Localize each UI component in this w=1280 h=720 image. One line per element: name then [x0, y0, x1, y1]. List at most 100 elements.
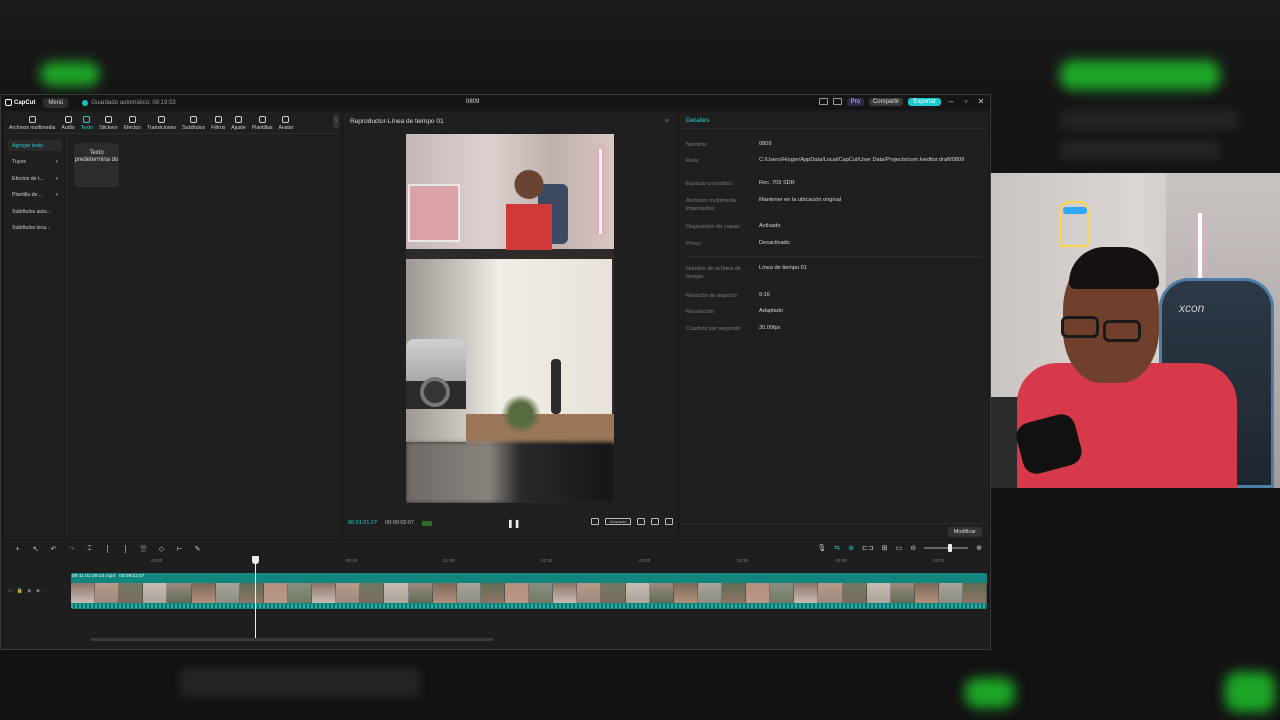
select-tool-icon[interactable]: ↖ [31, 545, 40, 553]
pause-icon[interactable]: ❚❚ [507, 519, 520, 528]
video-segment-middle [406, 259, 614, 444]
fullscreen-icon[interactable] [665, 518, 673, 525]
video-preview[interactable] [406, 134, 614, 503]
magic-icon[interactable]: ✎ [193, 545, 202, 553]
clip-thumbnail [577, 583, 602, 603]
playhead[interactable] [255, 558, 256, 641]
tool-subtitulos[interactable]: Subtítulos [179, 114, 208, 131]
trim-right-icon[interactable]: ] [121, 546, 130, 553]
chevron-down-icon: ▾ [55, 192, 58, 198]
redo-icon[interactable]: ↷ [67, 545, 76, 553]
default-text-card[interactable]: Texto predetermina do [74, 143, 119, 187]
zoom-slider[interactable] [924, 544, 969, 552]
eye-icon[interactable]: ◉ [27, 588, 31, 594]
zoom-in-icon[interactable]: ⊕ [976, 544, 982, 552]
detail-value: Adaptado [759, 308, 783, 314]
tool-avatar[interactable]: Avatar [275, 114, 296, 131]
project-title: 0809 [466, 99, 480, 105]
menu-button[interactable]: Menú [43, 97, 69, 108]
speaker-icon[interactable]: ◀ [35, 588, 39, 594]
microphone-icon[interactable]: 🎙 [817, 544, 826, 552]
clip-thumbnail [938, 583, 964, 603]
detail-value: 30.00fps [759, 325, 781, 331]
caption-icon[interactable]: ▭ [896, 544, 903, 552]
detail-value: Mantener en la ubicación original [759, 197, 842, 203]
more-icon[interactable]: ⋯ [43, 588, 48, 594]
undo-icon[interactable]: ↶ [49, 545, 58, 553]
tool-archivos-multimedia[interactable]: Archivos multimedia [6, 114, 58, 131]
preview-axis-icon[interactable]: ⊏⊐ [862, 544, 874, 552]
tool-plantillas[interactable]: Plantillas [249, 114, 276, 131]
shortcuts-icon[interactable] [832, 98, 842, 105]
tool-filtros[interactable]: Filtros [208, 114, 228, 131]
detail-label: Proxy: [686, 241, 702, 247]
split-view-icon[interactable]: ⊞ [882, 544, 888, 552]
adjust-icon [235, 116, 242, 123]
clip-thumbnail [625, 583, 650, 603]
ratio-button[interactable]: Adaptado [605, 518, 631, 525]
clip-thumbnail [842, 583, 867, 603]
timeline-toolbar: + ↖ ↶ ↷ ⌶ [ ] 🗑 ◇ ⊢ ✎ 🎙 ⇆ ⊛ ⊏⊐ ⊞ ▭ ⊖ ⊕ [4, 541, 988, 557]
tool-texto[interactable]: Texto [78, 114, 96, 131]
detail-value: C:/Users/Hioger/AppData/Local/CapCut/Use… [759, 157, 965, 163]
tool-label: Avatar [278, 125, 294, 131]
clip-thumbnail [963, 583, 987, 603]
clip-name: 08-11 01-26-23.mp4 [72, 574, 116, 579]
clip-thumbnail [746, 583, 771, 603]
lamp-shape [551, 359, 561, 414]
lock-icon[interactable]: 🔒 [17, 588, 23, 594]
tool-audio[interactable]: Audio [58, 114, 77, 131]
detail-row: Relación de aspecto: 9:16 [686, 292, 984, 300]
link-icon[interactable]: ⇆ [834, 544, 840, 552]
zoom-fit-icon[interactable] [637, 518, 645, 525]
details-footer: Modificar [680, 523, 988, 539]
add-icon[interactable]: + [13, 546, 22, 553]
minimize-icon[interactable]: – [946, 97, 956, 106]
freeze-icon[interactable]: ⊢ [175, 545, 184, 553]
chevron-right-icon[interactable]: › [333, 114, 339, 128]
zoom-out-icon[interactable]: ⊖ [910, 544, 916, 552]
close-icon[interactable]: ✕ [976, 97, 986, 106]
text-icon [83, 116, 91, 123]
delete-icon[interactable]: 🗑 [139, 545, 148, 553]
quality-icon[interactable] [651, 518, 659, 525]
sidebar-item-tuyos[interactable]: Tuyos ▾ [8, 157, 62, 168]
sidebar-item-efectos-texto[interactable]: Efectos de t... ▾ [8, 173, 62, 184]
tool-stickers[interactable]: Stickers [96, 114, 120, 131]
layout-icon[interactable] [818, 98, 828, 105]
marker-icon[interactable]: ◇ [157, 545, 166, 553]
detail-value: Desactivado [759, 240, 790, 246]
modify-button[interactable]: Modificar [947, 527, 982, 537]
title-bar: CapCut Menú Guardado automático: 08:19:5… [1, 95, 990, 110]
zoom-slider-handle[interactable] [948, 544, 953, 552]
video-segment-top [406, 134, 614, 250]
export-button[interactable]: Exportar [908, 97, 941, 106]
menu-icon[interactable]: ≡ [665, 118, 669, 125]
timeline-panel: + ↖ ↶ ↷ ⌶ [ ] 🗑 ◇ ⊢ ✎ 🎙 ⇆ ⊛ ⊏⊐ ⊞ ▭ ⊖ ⊕ 0… [4, 541, 988, 649]
sidebar-item-subtitulos-locales[interactable]: Subtítulos loca... [8, 223, 62, 234]
sidebar-item-plantilla[interactable]: Plantilla de ... ▾ [8, 190, 62, 201]
detail-row: Ruta: C:/Users/Hioger/AppData/Local/CapCu… [686, 157, 981, 165]
split-icon[interactable]: ⌶ [85, 545, 94, 553]
chair-logo-shape: xcon [1179, 301, 1205, 315]
track-cover-icon[interactable]: ▭ [8, 588, 13, 594]
timeline-ruler[interactable]: 00:00 00:30 01:00 01:30 02:00 02:30 03:0… [71, 558, 986, 568]
clip-thumbnail [336, 583, 361, 603]
detail-row: Resolución: Adaptado [686, 308, 984, 316]
crop-icon[interactable] [591, 518, 599, 525]
maximize-icon[interactable]: ▫ [961, 97, 971, 106]
tool-efectos[interactable]: Efectos [121, 114, 144, 131]
magnet-icon[interactable]: ⊛ [848, 544, 854, 552]
media-icon [28, 116, 36, 123]
clip-thumbnail [71, 583, 96, 603]
trim-left-icon[interactable]: [ [103, 546, 112, 553]
tool-transiciones[interactable]: Transiciones [144, 114, 179, 131]
sidebar-item-subtitulos-auto[interactable]: Subtítulos auto... [8, 206, 62, 217]
video-clip[interactable]: 08-11 01-26-23.mp4 00:09:02:07 [71, 573, 987, 609]
clip-thumbnail [601, 583, 626, 603]
sidebar-item-agregar-texto[interactable]: Agregar texto [8, 140, 62, 151]
share-button[interactable]: Compartir [868, 97, 904, 106]
pro-button[interactable]: Pro [846, 97, 864, 106]
timeline-scrollbar[interactable] [90, 638, 494, 641]
tool-ajuste[interactable]: Ajuste [228, 114, 248, 131]
